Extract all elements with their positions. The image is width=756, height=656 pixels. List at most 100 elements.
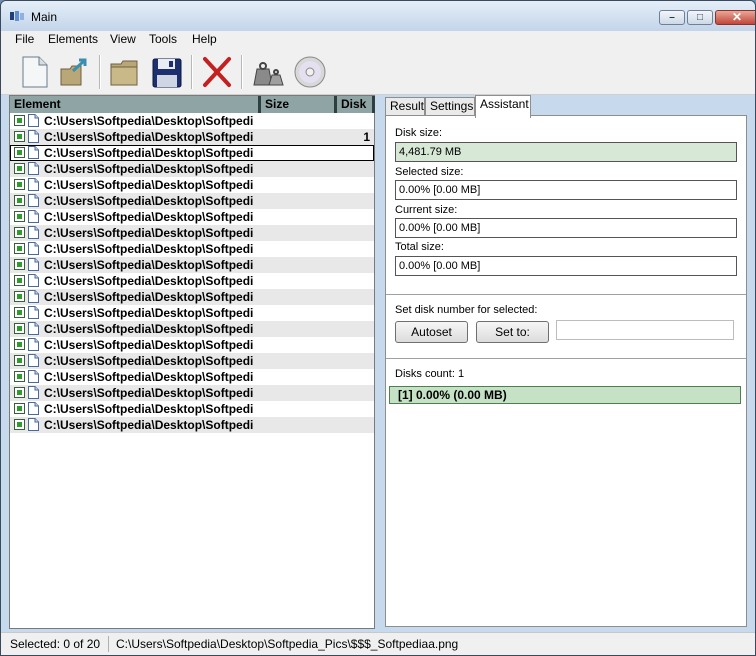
total-size-label: Total size: [395, 241, 444, 253]
menu-view[interactable]: View [110, 32, 136, 46]
row-checkbox[interactable] [14, 387, 25, 398]
file-icon [28, 306, 39, 319]
list-item[interactable]: C:\Users\Softpedia\Desktop\Softpedi [10, 417, 374, 433]
list-item[interactable]: C:\Users\Softpedia\Desktop\Softpedi [10, 225, 374, 241]
status-bar: Selected: 0 of 20 C:\Users\Softpedia\Des… [1, 632, 755, 655]
row-path: C:\Users\Softpedia\Desktop\Softpedi [44, 114, 254, 128]
row-checkbox[interactable] [14, 355, 25, 366]
list-item[interactable]: C:\Users\Softpedia\Desktop\Softpedi [10, 353, 374, 369]
row-path: C:\Users\Softpedia\Desktop\Softpedi [44, 322, 254, 336]
file-icon [28, 338, 39, 351]
row-path: C:\Users\Softpedia\Desktop\Softpedi [44, 146, 254, 160]
delete-button[interactable] [201, 55, 233, 89]
tab-result[interactable]: Result [385, 97, 425, 116]
list-item[interactable]: C:\Users\Softpedia\Desktop\Softpedi [10, 145, 374, 161]
row-checkbox[interactable] [14, 131, 25, 142]
row-disk: 1 [363, 130, 370, 144]
row-checkbox[interactable] [14, 195, 25, 206]
row-checkbox[interactable] [14, 307, 25, 318]
list-item[interactable]: C:\Users\Softpedia\Desktop\Softpedi 1 [10, 129, 374, 145]
element-list[interactable]: Element Size Disk C:\Users\Softpedia\Des… [9, 95, 375, 629]
menu-elements[interactable]: Elements [48, 32, 98, 46]
list-item[interactable]: C:\Users\Softpedia\Desktop\Softpedi [10, 337, 374, 353]
list-item[interactable]: C:\Users\Softpedia\Desktop\Softpedi [10, 273, 374, 289]
autoset-button[interactable]: Autoset [395, 321, 468, 343]
row-path: C:\Users\Softpedia\Desktop\Softpedi [44, 354, 254, 368]
row-checkbox[interactable] [14, 371, 25, 382]
burn-disc-button[interactable] [293, 55, 326, 89]
list-item[interactable]: C:\Users\Softpedia\Desktop\Softpedi [10, 241, 374, 257]
row-checkbox[interactable] [14, 419, 25, 430]
close-button[interactable]: ✕ [715, 10, 755, 25]
list-item[interactable]: C:\Users\Softpedia\Desktop\Softpedi [10, 321, 374, 337]
row-checkbox[interactable] [14, 291, 25, 302]
row-path: C:\Users\Softpedia\Desktop\Softpedi [44, 274, 254, 288]
disk-number-input[interactable] [556, 320, 734, 340]
list-item[interactable]: C:\Users\Softpedia\Desktop\Softpedi [10, 193, 374, 209]
tab-assistant[interactable]: Assistant [475, 95, 531, 118]
list-item[interactable]: C:\Users\Softpedia\Desktop\Softpedi [10, 369, 374, 385]
divider [386, 294, 746, 295]
list-item[interactable]: C:\Users\Softpedia\Desktop\Softpedi [10, 305, 374, 321]
column-size-header[interactable]: Size [261, 96, 337, 113]
row-path: C:\Users\Softpedia\Desktop\Softpedi [44, 210, 254, 224]
file-icon [28, 354, 39, 367]
row-checkbox[interactable] [14, 275, 25, 286]
file-icon [28, 386, 39, 399]
maximize-icon: □ [696, 12, 704, 23]
title-bar[interactable]: Main – □ ✕ [1, 1, 755, 31]
row-path: C:\Users\Softpedia\Desktop\Softpedi [44, 290, 254, 304]
row-checkbox[interactable] [14, 179, 25, 190]
row-path: C:\Users\Softpedia\Desktop\Softpedi [44, 242, 254, 256]
file-icon [28, 210, 39, 223]
list-item[interactable]: C:\Users\Softpedia\Desktop\Softpedi [10, 257, 374, 273]
row-checkbox[interactable] [14, 259, 25, 270]
save-button[interactable] [151, 55, 183, 89]
file-icon [28, 322, 39, 335]
row-checkbox[interactable] [14, 323, 25, 334]
list-item[interactable]: C:\Users\Softpedia\Desktop\Softpedi [10, 113, 374, 129]
add-folder-button[interactable] [59, 55, 91, 89]
set-to-button[interactable]: Set to: [476, 321, 549, 343]
balance-button[interactable] [251, 55, 284, 89]
list-item[interactable]: C:\Users\Softpedia\Desktop\Softpedi [10, 385, 374, 401]
file-icon [28, 178, 39, 191]
disk-list-item[interactable]: [1] 0.00% (0.00 MB) [389, 386, 741, 404]
list-item[interactable]: C:\Users\Softpedia\Desktop\Softpedi [10, 177, 374, 193]
list-item[interactable]: C:\Users\Softpedia\Desktop\Softpedi [10, 209, 374, 225]
file-icon [28, 146, 39, 159]
row-checkbox[interactable] [14, 147, 25, 158]
minimize-button[interactable]: – [659, 10, 685, 25]
open-folder-button[interactable] [109, 55, 141, 89]
row-path: C:\Users\Softpedia\Desktop\Softpedi [44, 370, 254, 384]
column-element-header[interactable]: Element [10, 96, 261, 113]
list-item[interactable]: C:\Users\Softpedia\Desktop\Softpedi [10, 289, 374, 305]
row-checkbox[interactable] [14, 115, 25, 126]
menu-tools[interactable]: Tools [149, 32, 177, 46]
row-checkbox[interactable] [14, 243, 25, 254]
current-size-label: Current size: [395, 204, 458, 216]
row-path: C:\Users\Softpedia\Desktop\Softpedi [44, 130, 254, 144]
menu-file[interactable]: File [15, 32, 34, 46]
new-button[interactable] [19, 55, 51, 89]
maximize-button[interactable]: □ [687, 10, 713, 25]
toolbar-separator [99, 55, 101, 89]
tab-settings[interactable]: Settings [425, 97, 475, 116]
row-path: C:\Users\Softpedia\Desktop\Softpedi [44, 402, 254, 416]
list-item[interactable]: C:\Users\Softpedia\Desktop\Softpedi [10, 401, 374, 417]
disk-size-value: 4,481.79 MB [395, 142, 737, 162]
row-checkbox[interactable] [14, 339, 25, 350]
column-disk-header[interactable]: Disk [337, 96, 375, 113]
row-path: C:\Users\Softpedia\Desktop\Softpedi [44, 258, 254, 272]
row-checkbox[interactable] [14, 211, 25, 222]
row-path: C:\Users\Softpedia\Desktop\Softpedi [44, 386, 254, 400]
file-icon [28, 258, 39, 271]
row-checkbox[interactable] [14, 163, 25, 174]
set-disk-label: Set disk number for selected: [395, 304, 538, 316]
right-pane: Result Settings Assistant Disk size: 4,4… [381, 93, 747, 631]
row-checkbox[interactable] [14, 227, 25, 238]
list-item[interactable]: C:\Users\Softpedia\Desktop\Softpedi [10, 161, 374, 177]
row-checkbox[interactable] [14, 403, 25, 414]
menu-help[interactable]: Help [192, 32, 217, 46]
file-icon [28, 370, 39, 383]
